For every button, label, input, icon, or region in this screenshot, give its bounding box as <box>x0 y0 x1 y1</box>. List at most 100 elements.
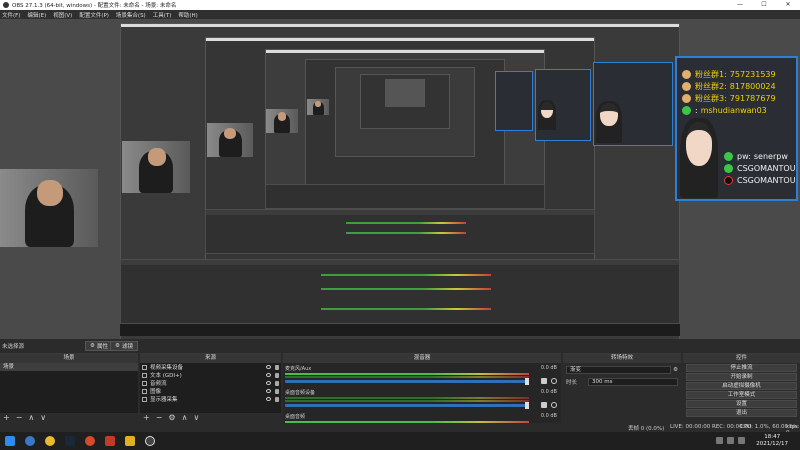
lock-icon[interactable] <box>275 364 279 370</box>
menu-profile[interactable]: 配置文件(P) <box>79 11 109 19</box>
audio-level-meter <box>285 373 529 375</box>
visibility-eye-icon[interactable] <box>266 381 271 385</box>
duration-input[interactable]: 300 ms <box>588 378 678 386</box>
minimize-button[interactable]: — <box>728 0 752 10</box>
info-row-group1: 粉丝群1: 757231539 <box>677 68 796 80</box>
close-button[interactable]: ✕ <box>776 0 800 10</box>
obs-taskbar-icon[interactable] <box>145 436 155 446</box>
audio-mixer-title: 混音器 <box>283 354 561 363</box>
transitions-title: 转场特效 <box>563 354 681 363</box>
start-recording-button[interactable]: 开始录制 <box>686 373 797 381</box>
webcam-feed-nested <box>122 141 190 193</box>
edge-icon[interactable] <box>25 436 35 446</box>
studio-mode-button[interactable]: 工作室模式 <box>686 391 797 399</box>
window-title: OBS 27.1.3 (64-bit, windows) - 配置文件: 未命名… <box>12 3 177 9</box>
mixer-settings-gear-icon[interactable] <box>551 402 557 408</box>
source-item[interactable]: 图像 <box>140 387 281 395</box>
gear-icon: ⚙ <box>90 343 95 349</box>
menu-view[interactable]: 视图(V) <box>53 11 72 19</box>
nested-obs-docks <box>120 259 680 324</box>
menu-edit[interactable]: 编辑(E) <box>27 11 46 19</box>
wechat-icon <box>682 105 691 115</box>
app-icon[interactable] <box>105 436 115 446</box>
visibility-eye-icon[interactable] <box>266 389 271 393</box>
game-icon[interactable] <box>125 436 135 446</box>
info-panel: 粉丝群1: 757231539 粉丝群2: 817800024 粉丝群3: 79… <box>675 56 798 201</box>
mixer-channels: 麦克风/Aux 0.0 dB 桌面音频设备 0.0 dB 桌面音频 0.0 dB <box>283 363 561 423</box>
network-icon[interactable] <box>716 437 723 444</box>
settings-button[interactable]: 设置 <box>686 400 797 408</box>
taskbar-clock[interactable]: 18:47 2021/12/17 <box>756 434 788 448</box>
language-icon[interactable] <box>738 437 745 444</box>
visibility-eye-icon[interactable] <box>266 365 271 369</box>
scenes-dock-title: 场景 <box>0 354 138 363</box>
nested-capture-7 <box>385 79 425 107</box>
filters-button[interactable]: ⚙ 滤镜 <box>110 341 138 351</box>
text-icon <box>142 372 147 378</box>
audio-level-meter <box>285 397 529 399</box>
visibility-eye-icon[interactable] <box>266 373 271 377</box>
tiktok-icon <box>724 175 733 185</box>
live-timer: LIVE: 00:00:00 <box>670 424 711 430</box>
source-settings-button[interactable]: ⚙ <box>168 413 175 423</box>
scenes-dock: 场景 场景 + − ∧ ∨ <box>0 353 138 423</box>
lock-icon[interactable] <box>275 372 279 378</box>
menu-scene-collection[interactable]: 场景集合(S) <box>116 11 146 19</box>
preview-canvas[interactable]: 粉丝群1: 757231539 粉丝群2: 817800024 粉丝群3: 79… <box>0 19 800 339</box>
start-virtual-camera-button[interactable]: 启动虚拟摄像机 <box>686 382 797 390</box>
remove-source-button[interactable]: − <box>156 413 163 423</box>
move-scene-up-button[interactable]: ∧ <box>28 413 34 423</box>
chrome-icon[interactable] <box>45 436 55 446</box>
mixer-channel-mic: 麦克风/Aux 0.0 dB <box>285 365 559 387</box>
speaker-icon[interactable] <box>541 402 547 408</box>
source-item[interactable]: 文本 (GDI+) <box>140 371 281 379</box>
transition-select[interactable]: 渐变 <box>566 366 672 374</box>
info-row-wechat: : mshudianwan03 <box>677 104 796 116</box>
window-titlebar: OBS 27.1.3 (64-bit, windows) - 配置文件: 未命名… <box>0 0 800 10</box>
monitor-icon <box>142 396 147 402</box>
add-scene-button[interactable]: + <box>3 413 10 423</box>
scene-item[interactable]: 场景 <box>0 363 138 371</box>
image-icon <box>142 388 147 394</box>
status-bar: 丢帧 0 (0.0%) LIVE: 00:00:00 REC: 00:00:00… <box>0 423 800 436</box>
move-source-up-button[interactable]: ∧ <box>182 413 188 423</box>
volume-slider[interactable] <box>285 378 529 385</box>
qq-icon <box>682 69 691 79</box>
audio-level-meter <box>285 400 529 402</box>
windows-start-icon[interactable] <box>5 436 15 446</box>
steam-icon[interactable] <box>65 436 75 446</box>
move-scene-down-button[interactable]: ∨ <box>40 413 46 423</box>
transition-settings-gear-icon[interactable]: ⚙ <box>673 367 678 373</box>
menu-help[interactable]: 帮助(H) <box>178 11 197 19</box>
properties-button[interactable]: ⚙ 属性 <box>85 341 113 351</box>
lock-icon[interactable] <box>275 388 279 394</box>
move-source-down-button[interactable]: ∨ <box>193 413 199 423</box>
mixer-settings-gear-icon[interactable] <box>551 378 557 384</box>
audio-icon <box>142 380 147 386</box>
source-item[interactable]: 视频采集设备 <box>140 363 281 371</box>
system-tray <box>712 437 745 444</box>
source-item[interactable]: 显示器采集 <box>140 395 281 403</box>
qq-icon <box>682 81 691 91</box>
webcam-feed-nested <box>266 109 298 133</box>
stop-streaming-button[interactable]: 停止推流 <box>686 364 797 372</box>
source-item[interactable]: 音频流 <box>140 379 281 387</box>
firefox-icon[interactable] <box>85 436 95 446</box>
maximize-button[interactable]: ☐ <box>752 0 776 10</box>
remove-scene-button[interactable]: − <box>16 413 23 423</box>
lock-icon[interactable] <box>275 380 279 386</box>
exit-button[interactable]: 退出 <box>686 409 797 417</box>
volume-slider[interactable] <box>285 402 529 409</box>
volume-icon[interactable] <box>727 437 734 444</box>
nested-obs-docks-3 <box>265 184 545 209</box>
lock-icon[interactable] <box>275 396 279 402</box>
visibility-eye-icon[interactable] <box>266 397 271 401</box>
add-source-button[interactable]: + <box>143 413 150 423</box>
info-panel-nested <box>495 71 533 131</box>
speaker-icon[interactable] <box>541 378 547 384</box>
menu-file[interactable]: 文件(F) <box>2 11 20 19</box>
audio-mixer-dock: 混音器 麦克风/Aux 0.0 dB 桌面音频设备 0.0 dB 桌面音频 0.… <box>283 353 561 423</box>
info-panel-nested <box>593 62 673 146</box>
menu-tools[interactable]: 工具(T) <box>153 11 172 19</box>
sources-dock-title: 来源 <box>140 354 281 363</box>
